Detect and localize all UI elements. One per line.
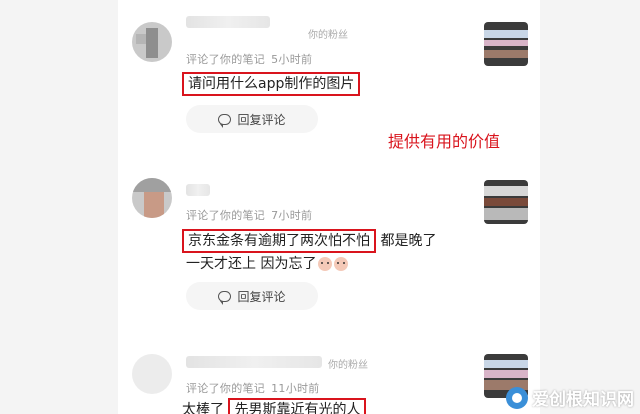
comment-time: 5小时前 xyxy=(271,53,313,66)
reply-button[interactable]: 回复评论 xyxy=(186,105,318,133)
avatar[interactable] xyxy=(132,22,172,62)
comment-item: 评论了你的笔记 7小时前 京东金条有逾期了两次怕不怕 都是晚了 一天才还上 因为忘… xyxy=(118,160,540,330)
note-thumbnail[interactable] xyxy=(484,180,528,224)
highlighted-comment-text: 京东金条有逾期了两次怕不怕 xyxy=(182,229,376,253)
comment-text-line2-text: 一天才还上 因为忘了 xyxy=(186,256,317,272)
avatar[interactable] xyxy=(132,178,172,218)
knowledge-site-logo-icon xyxy=(506,386,528,409)
comment-text-prefix: 太棒了 xyxy=(182,402,224,414)
comment-bubble-icon xyxy=(218,113,232,128)
comment-time: 7小时前 xyxy=(271,209,313,222)
avatar[interactable] xyxy=(132,354,172,394)
highlighted-comment-text: 先男斯靠近有光的人 xyxy=(228,398,367,414)
fan-tag: 你的粉丝 xyxy=(328,360,368,371)
comment-meta: 评论了你的笔记 5小时前 xyxy=(186,51,312,67)
comment-meta: 评论了你的笔记 7小时前 xyxy=(186,207,312,223)
username-redacted[interactable] xyxy=(186,16,270,28)
username-redacted[interactable] xyxy=(186,184,210,196)
comment-text: 太棒了 先男斯靠近有光的人 xyxy=(182,398,367,414)
comment-action: 评论了你的笔记 xyxy=(186,209,266,222)
fan-tag: 你的粉丝 xyxy=(308,30,348,41)
reply-label: 回复评论 xyxy=(237,112,286,127)
comment-bubble-icon xyxy=(218,290,232,305)
comment-item: 你的粉丝 评论了你的笔记 11小时前 太棒了 先男斯靠近有光的人 xyxy=(118,340,540,414)
comment-action: 评论了你的笔记 xyxy=(186,53,266,66)
reply-button[interactable]: 回复评论 xyxy=(186,282,318,310)
comment-text-continued: 都是晚了 xyxy=(380,233,437,249)
watermark-text: 爱创根知识网 xyxy=(532,390,634,410)
username-redacted[interactable] xyxy=(186,356,322,368)
comment-action: 评论了你的笔记 xyxy=(186,382,266,395)
face-emoji-icon xyxy=(318,257,333,271)
comment-time: 11小时前 xyxy=(271,382,320,395)
highlighted-comment-text: 请问用什么app制作的图片 xyxy=(182,72,361,96)
face-emoji-icon xyxy=(334,257,349,271)
annotation-text: 提供有用的价值 xyxy=(388,132,501,151)
comment-meta: 评论了你的笔记 11小时前 xyxy=(186,380,320,396)
notification-page: 你的粉丝 评论了你的笔记 5小时前 请问用什么app制作的图片 回复评论 提供有用… xyxy=(118,0,540,414)
note-thumbnail[interactable] xyxy=(484,22,528,66)
comment-text: 请问用什么app制作的图片 xyxy=(182,72,361,96)
comment-text-line2: 一天才还上 因为忘了 xyxy=(186,253,349,273)
watermark: 爱创根知识网 xyxy=(506,385,634,410)
reply-label: 回复评论 xyxy=(237,289,286,304)
comment-text: 京东金条有逾期了两次怕不怕 都是晚了 xyxy=(182,229,436,253)
